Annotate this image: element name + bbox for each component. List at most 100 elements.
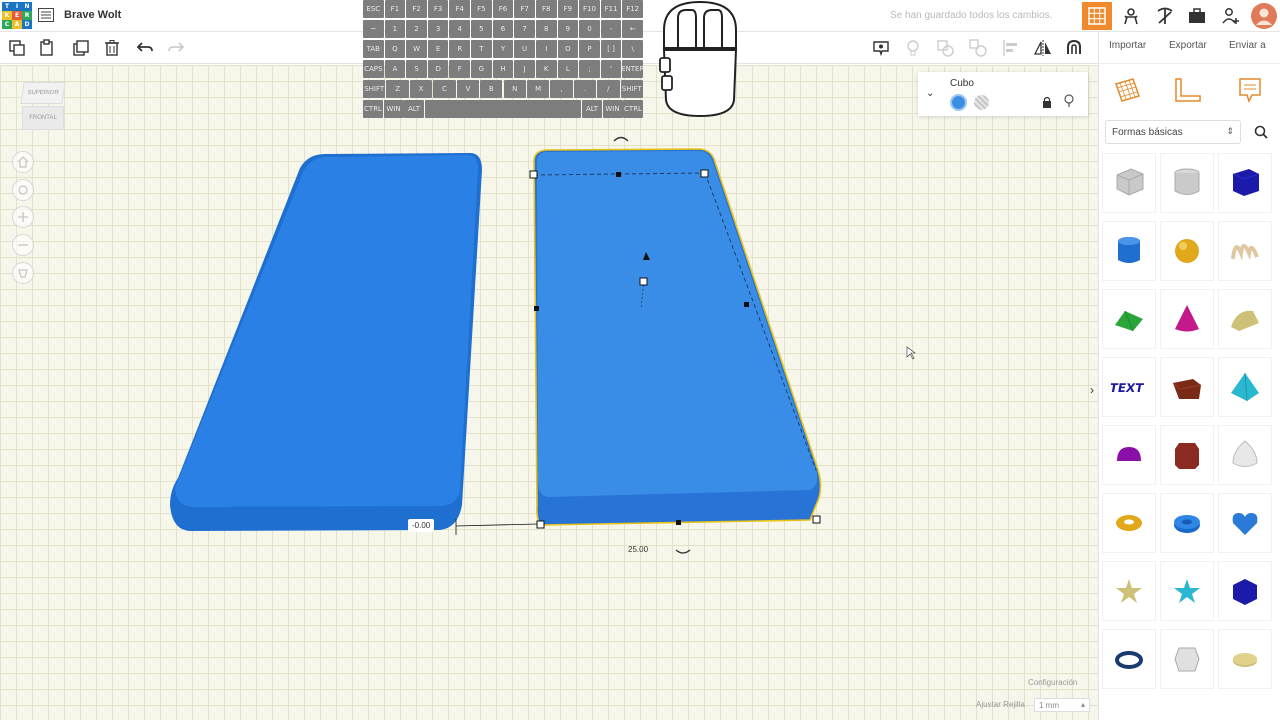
send-to-button[interactable]: Enviar a <box>1229 40 1266 51</box>
add-user-icon <box>1222 8 1239 24</box>
width-dimension-label[interactable]: 25.00 <box>624 543 652 556</box>
workplane-grid-icon[interactable] <box>1113 76 1141 104</box>
keyboard-key: J <box>514 60 535 78</box>
cruise-button[interactable] <box>1063 37 1085 59</box>
box-shape-left[interactable] <box>170 153 482 531</box>
shape-tile[interactable] <box>1103 426 1155 484</box>
shape-tile[interactable] <box>1161 222 1213 280</box>
zoom-out-button[interactable] <box>12 234 34 256</box>
briefcase-button[interactable] <box>1182 2 1212 30</box>
export-button[interactable]: Exportar <box>1169 40 1207 51</box>
notes-icon[interactable] <box>1237 76 1263 104</box>
workplane[interactable]: -0.00 25.00 ESC F1 F2 F3 F4 F5 F6 F7 F8 F9 F10 F11 F… <box>0 0 1098 720</box>
shape-tile[interactable] <box>1219 494 1271 552</box>
shape-tile[interactable] <box>1219 358 1271 416</box>
ungroup-button[interactable] <box>967 37 989 59</box>
copy-button[interactable] <box>6 37 28 59</box>
right-panel: Importar Exportar Enviar a Formas básica… <box>1098 32 1280 720</box>
shape-library-select[interactable]: Formas básicas ⇕ <box>1105 120 1241 144</box>
3d-view-button[interactable] <box>1082 2 1112 30</box>
perspective-button[interactable] <box>12 262 34 284</box>
shape-tile[interactable] <box>1161 426 1213 484</box>
collapse-chevron-icon[interactable]: ⌄ <box>926 88 934 99</box>
keyboard-key: \ <box>622 40 643 58</box>
shape-tile[interactable] <box>1103 222 1155 280</box>
design-menu-icon[interactable] <box>38 8 54 22</box>
shape-tile[interactable] <box>1219 562 1271 620</box>
keyboard-key: L <box>557 60 579 78</box>
rotate-handle-top[interactable] <box>613 136 629 142</box>
half-sphere-icon <box>1117 447 1141 461</box>
brick-build-button[interactable] <box>1150 2 1180 30</box>
shape-tile[interactable] <box>1161 290 1213 348</box>
fit-view-button[interactable] <box>12 179 34 201</box>
solid-color-button[interactable] <box>950 94 967 111</box>
duplicate-button[interactable] <box>70 37 92 59</box>
shape-tile[interactable] <box>1219 290 1271 348</box>
light-bulb-visibility-icon[interactable] <box>1064 94 1074 108</box>
align-button[interactable] <box>1000 37 1022 59</box>
keyboard-key: Z <box>386 80 409 98</box>
undo-button[interactable] <box>134 37 156 59</box>
mouse-cursor <box>906 346 916 360</box>
undo-icon <box>136 42 153 52</box>
shape-tile[interactable] <box>1161 494 1213 552</box>
torus-icon <box>1116 515 1142 531</box>
paste-button[interactable] <box>36 37 58 59</box>
blocks-button[interactable] <box>1116 2 1146 30</box>
offset-dimension-label[interactable]: -0.00 <box>408 519 435 532</box>
shape-tile[interactable] <box>1219 426 1271 484</box>
shape-tile[interactable] <box>1219 222 1271 280</box>
shape-tile[interactable] <box>1103 630 1155 688</box>
note-button[interactable] <box>870 37 892 59</box>
rotate-handle-bottom[interactable] <box>675 549 691 554</box>
project-name[interactable]: Brave Wolt <box>64 9 121 21</box>
shape-tile[interactable] <box>1103 290 1155 348</box>
view-cube[interactable]: SUPERIOR FRONTAL <box>20 82 66 134</box>
shape-tile[interactable] <box>1103 494 1155 552</box>
shape-tile[interactable] <box>1161 154 1213 212</box>
add-user-button[interactable] <box>1216 2 1246 30</box>
hole-button[interactable] <box>974 95 989 110</box>
zoom-in-button[interactable] <box>12 206 34 228</box>
light-button[interactable] <box>902 37 924 59</box>
keyboard-key: B <box>480 80 503 98</box>
roof-icon <box>1115 310 1143 332</box>
box-shape-selected[interactable] <box>533 148 822 526</box>
shape-tile[interactable] <box>1219 154 1271 212</box>
solid-color-swatch <box>952 96 965 109</box>
star-blue-icon <box>1174 579 1200 603</box>
mirror-button[interactable] <box>1032 37 1054 59</box>
keyboard-key: F2 <box>406 0 427 18</box>
shape-tile[interactable] <box>1103 562 1155 620</box>
collapse-panel-icon[interactable]: › <box>1090 383 1094 397</box>
tinkercad-logo[interactable]: TIN KER CAD <box>2 2 32 30</box>
settings-link[interactable]: Configuración <box>1028 678 1077 687</box>
shape-tile[interactable] <box>1161 562 1213 620</box>
view-cube-front[interactable]: FRONTAL <box>22 106 64 130</box>
shape-tile[interactable] <box>1161 630 1213 688</box>
cone-icon <box>1175 305 1199 332</box>
view-cube-top[interactable]: SUPERIOR <box>20 82 66 104</box>
round-roof-icon <box>1231 310 1259 331</box>
keyboard-key: F9 <box>557 0 579 18</box>
group-button[interactable] <box>934 37 956 59</box>
import-button[interactable]: Importar <box>1109 40 1146 51</box>
keyboard-key: WIN <box>602 100 623 118</box>
lock-icon[interactable] <box>1042 96 1052 108</box>
user-avatar[interactable] <box>1249 2 1279 30</box>
home-view-button[interactable] <box>12 151 34 173</box>
shape-tile[interactable] <box>1103 154 1155 212</box>
tube-icon <box>1174 515 1200 533</box>
minus-icon <box>18 244 28 246</box>
snap-grid-select[interactable]: 1 mm ▴ <box>1034 698 1090 712</box>
logo-letter: D <box>22 20 32 29</box>
keyboard-key: H <box>492 60 514 78</box>
shape-tile[interactable] <box>1219 630 1271 688</box>
redo-button[interactable] <box>165 37 187 59</box>
search-shapes-button[interactable] <box>1249 120 1273 144</box>
shape-tile[interactable] <box>1161 358 1213 416</box>
delete-button[interactable] <box>101 37 123 59</box>
shape-tile[interactable]: TEXT <box>1103 358 1155 416</box>
ruler-icon[interactable] <box>1173 76 1203 104</box>
